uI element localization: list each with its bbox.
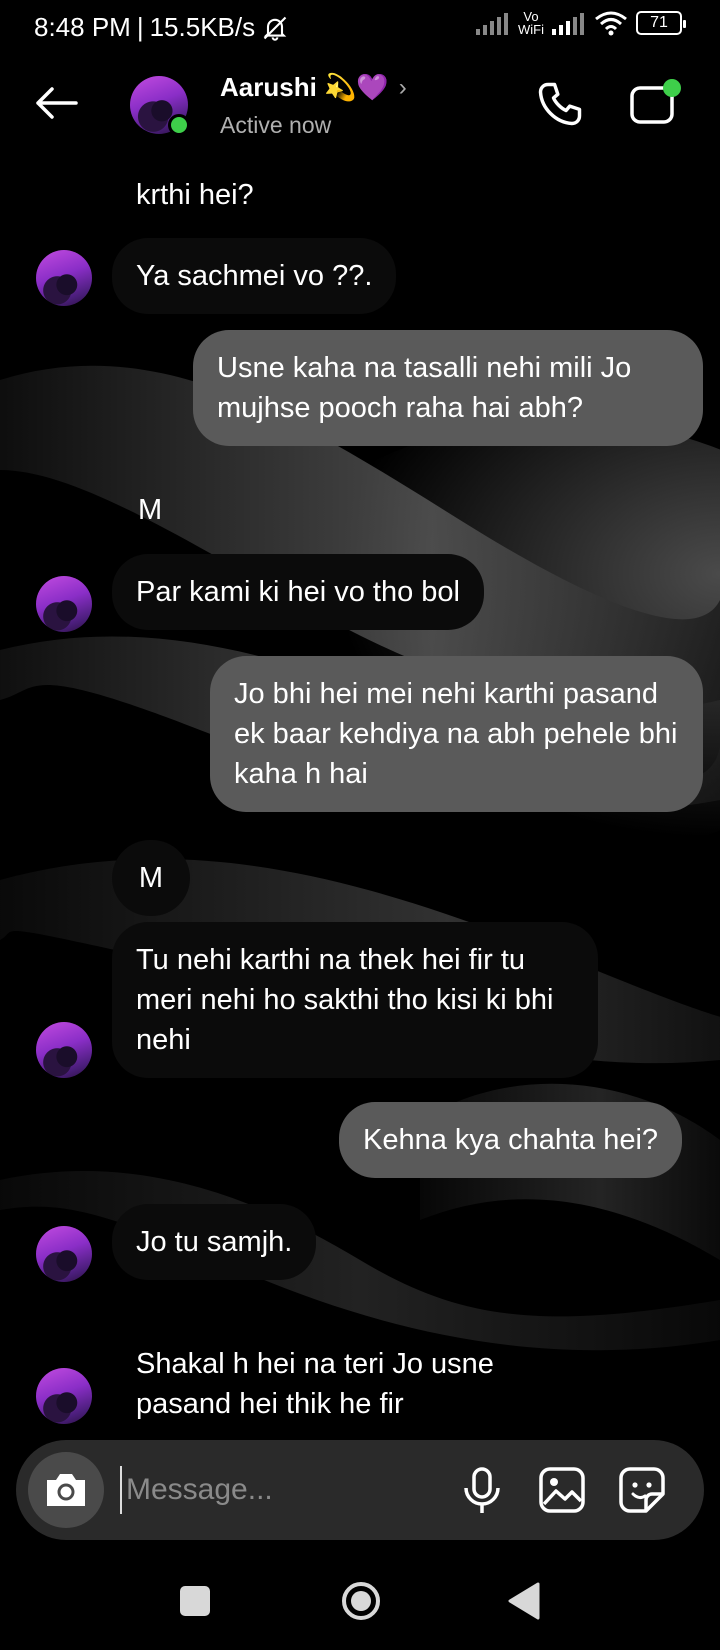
contact-status: Active now (220, 112, 332, 138)
online-indicator (168, 114, 190, 136)
vowifi-indicator: Vo WiFi (518, 10, 544, 36)
back-arrow-icon (36, 87, 78, 119)
message-text: Tu nehi karthi na thek hei fir tu meri n… (136, 944, 554, 1056)
status-time: 8:48 PM (34, 12, 131, 42)
mute-bell-icon (263, 16, 287, 41)
message-text: Jo bhi hei mei nehi karthi pasand ek baa… (234, 678, 678, 790)
message-incoming[interactable]: krthi hei? (112, 157, 512, 233)
camera-button[interactable] (28, 1452, 104, 1528)
gallery-button[interactable] (538, 1466, 586, 1514)
wifi-icon (595, 11, 627, 36)
message-text: Jo tu samjh. (136, 1226, 293, 1258)
sender-initial: M (138, 861, 164, 894)
chat-header: Aarushi 💫💜 › Active now (0, 58, 720, 158)
message-incoming[interactable]: Shakal h hei na teri Jo usne pasand hei … (112, 1326, 542, 1442)
system-navigation-bar (0, 1560, 720, 1650)
camera-icon (47, 1474, 85, 1506)
chat-screen: 8:48 PM | 15.5KB/s Vo WiFi 71 Aarushi 💫💜… (0, 0, 720, 1650)
message-incoming[interactable]: Jo tu samjh. (112, 1204, 317, 1280)
message-text: Kehna kya chahta hei? (363, 1124, 659, 1156)
message-composer (16, 1440, 704, 1540)
sender-initial: M (138, 494, 163, 526)
message-text: Par kami ki hei vo tho bol (136, 576, 460, 608)
recents-button[interactable] (180, 1586, 210, 1616)
sender-avatar[interactable] (36, 1226, 92, 1282)
message-outgoing[interactable]: Kehna kya chahta hei? (339, 1102, 683, 1178)
image-icon (539, 1467, 585, 1513)
sender-initial-bubble: M (112, 840, 190, 916)
sticker-icon (619, 1467, 665, 1513)
back-button[interactable] (28, 78, 84, 128)
phone-icon (538, 82, 582, 126)
voice-message-button[interactable] (460, 1466, 504, 1516)
message-input[interactable] (120, 1466, 420, 1514)
call-button[interactable] (534, 78, 586, 130)
status-separator: | (136, 12, 144, 42)
battery-indicator: 71 (636, 11, 686, 35)
status-bar: 8:48 PM | 15.5KB/s Vo WiFi 71 (0, 0, 720, 52)
message-outgoing[interactable]: Jo bhi hei mei nehi karthi pasand ek baa… (210, 656, 703, 812)
message-incoming[interactable]: Par kami ki hei vo tho bol (112, 554, 484, 630)
message-text: Shakal h hei na teri Jo usne pasand hei … (136, 1348, 494, 1420)
status-right: Vo WiFi 71 (476, 10, 686, 36)
message-text: krthi hei? (136, 179, 254, 211)
system-back-button[interactable] (506, 1580, 542, 1622)
video-call-button[interactable] (626, 78, 686, 130)
network-speed: 15.5KB/s (149, 12, 256, 42)
microphone-icon (464, 1467, 500, 1513)
contact-name: Aarushi 💫💜 (220, 72, 389, 102)
signal-icon-2 (552, 13, 584, 35)
home-button[interactable] (340, 1580, 382, 1622)
message-text: Usne kaha na tasalli nehi mili Jo mujhse… (217, 352, 632, 424)
message-outgoing[interactable]: Usne kaha na tasalli nehi mili Jo mujhse… (193, 330, 703, 446)
signal-icon (476, 13, 508, 35)
message-text: Ya sachmei vo ??. (136, 260, 373, 292)
vowifi-bottom: WiFi (518, 22, 544, 37)
sender-avatar[interactable] (36, 1368, 92, 1424)
contact-avatar[interactable] (130, 76, 190, 136)
sticker-button[interactable] (618, 1466, 666, 1514)
sender-avatar[interactable] (36, 250, 92, 306)
contact-name-row[interactable]: Aarushi 💫💜 › (220, 72, 407, 103)
sender-avatar[interactable] (36, 576, 92, 632)
status-left: 8:48 PM | 15.5KB/s (34, 12, 289, 43)
message-incoming[interactable]: Ya sachmei vo ??. (112, 238, 397, 314)
video-camera-icon (630, 79, 681, 124)
sender-avatar[interactable] (36, 1022, 92, 1078)
message-incoming[interactable]: Tu nehi karthi na thek hei fir tu meri n… (112, 922, 598, 1078)
chevron-right-icon: › (398, 73, 407, 101)
